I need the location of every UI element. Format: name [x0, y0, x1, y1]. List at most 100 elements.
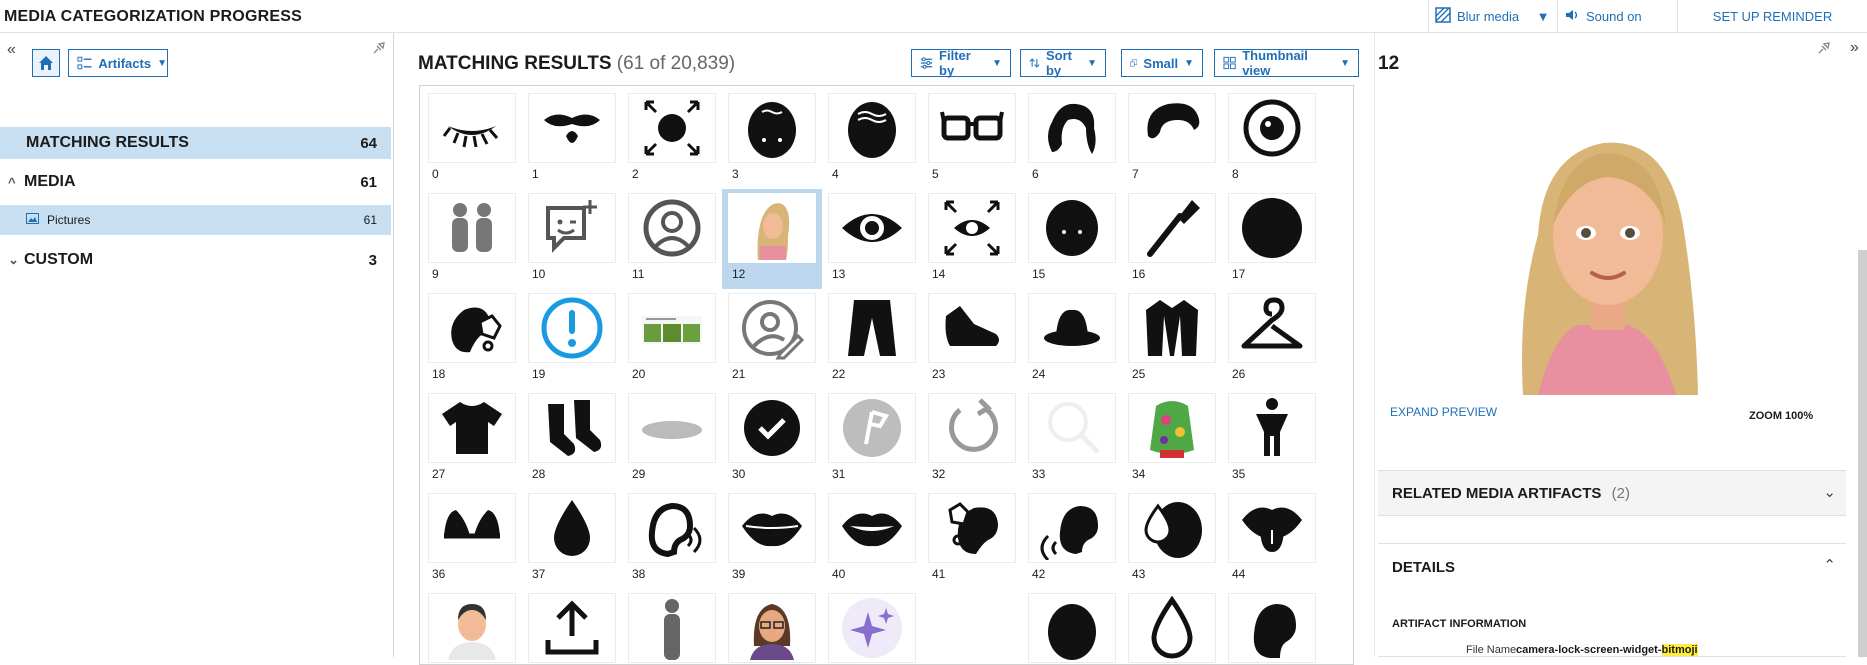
artifacts-dropdown[interactable]: Artifacts ▼ [68, 49, 168, 77]
thumbnail-item[interactable]: 10 [522, 189, 622, 289]
thumbnail-label: 15 [1032, 267, 1046, 281]
sound-toggle[interactable]: Sound on [1557, 0, 1677, 33]
pin-icon[interactable] [372, 41, 386, 58]
hair-short-icon [1128, 93, 1216, 163]
thumbnail-item[interactable]: 2 [622, 89, 722, 189]
thumbnail-item[interactable]: 24 [1022, 289, 1122, 389]
thumbnail-item[interactable]: 18 [422, 289, 522, 389]
thumbnail-item[interactable]: 20 [622, 289, 722, 389]
expand-preview-link[interactable]: EXPAND PREVIEW [1390, 405, 1497, 419]
thumbnail-item[interactable]: 28 [522, 389, 622, 489]
tree-pictures-count: 61 [363, 213, 377, 227]
thumbnail-label: 32 [932, 467, 946, 481]
pin-icon[interactable] [1817, 41, 1831, 58]
tree-matching-results[interactable]: MATCHING RESULTS 64 [0, 127, 391, 159]
details-section: DETAILS ⌃ ARTIFACT INFORMATION File Name… [1378, 543, 1846, 657]
thumbnail-item[interactable] [1222, 589, 1322, 664]
results-count: (61 of 20,839) [616, 53, 736, 74]
thumbnail-label: 2 [632, 167, 639, 181]
thumbnail-item[interactable]: 40 [822, 489, 922, 589]
filter-by-button[interactable]: Filter by ▼ [911, 48, 1011, 78]
tree-media[interactable]: ^ MEDIA 61 [0, 166, 391, 198]
thumbnail-item[interactable]: 9 [422, 189, 522, 289]
thumbnail-item[interactable]: 14 [922, 189, 1022, 289]
tree-pictures[interactable]: Pictures 61 [0, 205, 391, 235]
thumbnail-item[interactable]: 44 [1222, 489, 1322, 589]
thumbnail-item[interactable]: 7 [1122, 89, 1222, 189]
thumbnail-item[interactable] [422, 589, 522, 664]
thumbnail-item[interactable]: 27 [422, 389, 522, 489]
double-chevron-up-icon[interactable]: ⌃ [1823, 556, 1836, 574]
main-panel: MATCHING RESULTS (61 of 20,839) Filter b… [394, 33, 1374, 665]
avatar-man-thumbnail [428, 593, 516, 663]
thumbnail-item[interactable]: 34 [1122, 389, 1222, 489]
thumbnail-item[interactable]: 39 [722, 489, 822, 589]
drop-icon [528, 493, 616, 563]
thumbnail-item[interactable]: 4 [822, 89, 922, 189]
thumbnail-item[interactable]: 33 [1022, 389, 1122, 489]
media-preview[interactable] [1378, 85, 1846, 395]
thumbnail-label: 12 [732, 267, 746, 281]
thumbnail-item[interactable]: 5 [922, 89, 1022, 189]
thumbnail-item[interactable]: 22 [822, 289, 922, 389]
thumbnail-item[interactable]: 26 [1222, 289, 1322, 389]
thumbnail-item[interactable]: 37 [522, 489, 622, 589]
thumbnail-item[interactable] [722, 589, 822, 664]
thumbnail-item[interactable]: 31 [822, 389, 922, 489]
thumbnail-item[interactable]: 1 [522, 89, 622, 189]
thumbnail-label: 21 [732, 367, 746, 381]
collapse-right-icon[interactable]: » [1850, 39, 1859, 57]
thumbnail-item[interactable]: 13 [822, 189, 922, 289]
thumbnail-item[interactable]: 15 [1022, 189, 1122, 289]
thumbnail-item[interactable]: 19 [522, 289, 622, 389]
thumbnail-label: 38 [632, 567, 646, 581]
thumbnail-item[interactable]: 3 [722, 89, 822, 189]
thumbnail-item[interactable]: 21 [722, 289, 822, 389]
thumbnail-item[interactable] [1022, 589, 1122, 664]
thumbnail-item[interactable]: 0 [422, 89, 522, 189]
thumbnail-label: 18 [432, 367, 446, 381]
thumbnail-item[interactable]: 41 [922, 489, 1022, 589]
size-dropdown[interactable]: Small ▼ [1121, 49, 1203, 77]
home-button[interactable] [32, 49, 60, 77]
thumbnail-item[interactable]: 38 [622, 489, 722, 589]
chevron-up-icon[interactable]: ^ [8, 175, 24, 190]
thumbnail-item[interactable]: 32 [922, 389, 1022, 489]
chevron-down-icon[interactable]: ⌄ [8, 252, 24, 268]
collapse-left-icon[interactable]: « [7, 41, 16, 59]
thumbnail-item[interactable]: 8 [1222, 89, 1322, 189]
sparkle-icon [828, 593, 916, 663]
thumbnail-item[interactable] [522, 589, 622, 664]
tree-custom[interactable]: ⌄ CUSTOM 3 [0, 244, 391, 276]
thumbnail-item[interactable]: 6 [1022, 89, 1122, 189]
view-dropdown[interactable]: Thumbnail view ▼ [1214, 48, 1359, 78]
thumbnail-item[interactable]: 11 [622, 189, 722, 289]
thumbnail-item[interactable]: 30 [722, 389, 822, 489]
thumbnail-item[interactable] [622, 589, 722, 664]
right-scrollbar[interactable] [1858, 250, 1867, 657]
thumbnail-item[interactable]: 36 [422, 489, 522, 589]
lips-icon [728, 493, 816, 563]
set-up-reminder-button[interactable]: SET UP REMINDER [1677, 0, 1867, 33]
thumbnail-item[interactable]: 16 [1122, 189, 1222, 289]
thumbnail-item[interactable]: 23 [922, 289, 1022, 389]
blur-options-dropdown[interactable]: ▼ [1528, 0, 1558, 33]
related-media-section[interactable]: RELATED MEDIA ARTIFACTS (2) ⌄ [1378, 470, 1846, 516]
thumbnail-item[interactable]: 25 [1122, 289, 1222, 389]
thumbnail-item[interactable]: 42 [1022, 489, 1122, 589]
thumbnail-item[interactable] [1122, 589, 1222, 664]
home-icon [39, 56, 53, 70]
double-chevron-down-icon[interactable]: ⌄ [1823, 483, 1836, 501]
thumbnail-item[interactable]: 12 [722, 189, 822, 289]
thumbnail-item[interactable]: 29 [622, 389, 722, 489]
file-name-text: camera-lock-screen-widget- [1516, 644, 1662, 656]
thumbnail-item[interactable]: 43 [1122, 489, 1222, 589]
thumbnail-item[interactable]: 35 [1222, 389, 1322, 489]
hat-icon [1028, 293, 1116, 363]
thumbnail-item[interactable]: 17 [1222, 189, 1322, 289]
thumbnail-item[interactable] [922, 589, 1022, 664]
thumbnail-item[interactable] [822, 589, 922, 664]
blur-icon [1435, 7, 1451, 26]
sort-by-button[interactable]: Sort by ▼ [1020, 48, 1106, 78]
ear-icon [1228, 593, 1316, 663]
